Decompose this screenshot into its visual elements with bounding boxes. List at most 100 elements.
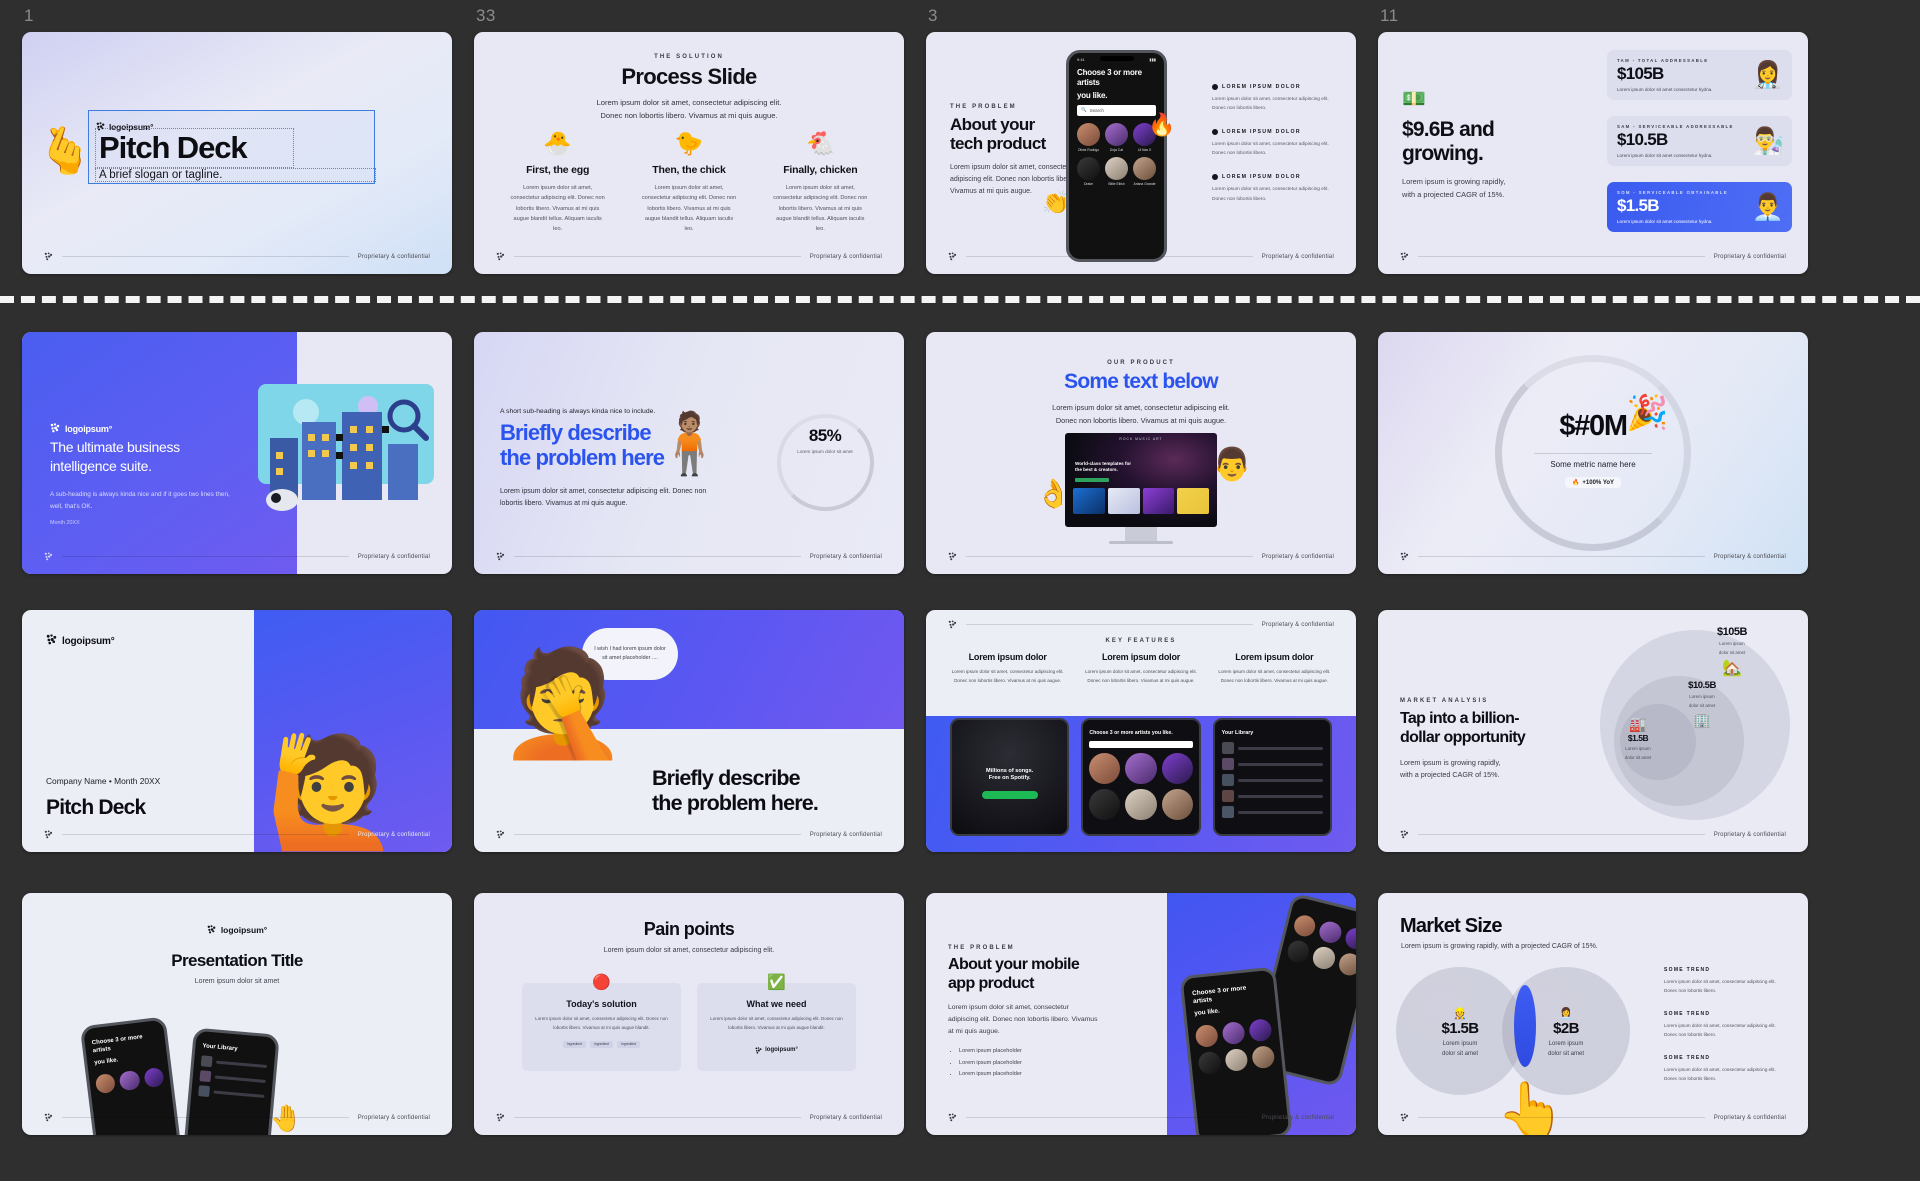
thumbnail[interactable] bbox=[1073, 487, 1105, 514]
sam-card[interactable]: SAM - SERVICEABLE ADDRESSABLE $10.5B Lor… bbox=[1607, 116, 1792, 166]
phone-search-field[interactable]: 🔍 Search bbox=[1077, 104, 1156, 116]
list-item[interactable] bbox=[199, 1070, 266, 1087]
slide-canvas-bi-suite[interactable]: logoipsum° The ultimate business intelli… bbox=[22, 332, 452, 574]
slide-canvas-pitch-deck[interactable]: logoipsum° Pitch Deck A brief slogan or … bbox=[22, 32, 452, 274]
list-item: Lorem ipsum placeholder bbox=[959, 1058, 1100, 1070]
thumbnail[interactable] bbox=[1107, 487, 1140, 514]
eyebrow: THE SOLUTION bbox=[654, 54, 724, 60]
phone2-search[interactable] bbox=[1089, 740, 1193, 748]
slide-body: Lorem ipsum dolor sit amet, consectetur … bbox=[948, 1004, 1098, 1035]
footer-logo-icon bbox=[948, 1113, 957, 1122]
slide-footer: Proprietary & confidential bbox=[1400, 830, 1786, 839]
slide-thumb-16[interactable]: Market Size Lorem ipsum is growing rapid… bbox=[1378, 893, 1808, 1135]
bullet-dot-icon bbox=[1212, 174, 1218, 181]
footer-note: Proprietary & confidential bbox=[357, 553, 430, 560]
slide-thumb-14[interactable]: Pain points Lorem ipsum dolor sit amet, … bbox=[474, 893, 904, 1135]
slide-tagline[interactable]: A brief slogan or tagline. bbox=[95, 168, 376, 182]
slide-canvas-mobile-app[interactable]: THE PROBLEM About your mobile app produc… bbox=[926, 893, 1356, 1135]
artist-item[interactable]: Billie Eilish bbox=[1105, 156, 1128, 186]
footer-rule bbox=[62, 834, 349, 835]
slide-thumb-7[interactable]: OUR PRODUCT Some text below Lorem ipsum … bbox=[926, 332, 1356, 574]
slide-body-line1: Lorem ipsum is growing rapidly, bbox=[1402, 177, 1506, 187]
step-body: Lorem ipsum dolor sit amet, consectetur … bbox=[773, 185, 868, 233]
factory-emoji: 🏭 bbox=[1629, 716, 1647, 732]
slide-title[interactable]: Pitch Deck bbox=[95, 128, 294, 168]
list-item[interactable] bbox=[1221, 790, 1323, 802]
slide-canvas-market-growth[interactable]: 💵 $9.6B and growing. Lorem ipsum is grow… bbox=[1378, 32, 1808, 274]
construction-worker-emoji: 👷 bbox=[1453, 1008, 1467, 1020]
slide-title-line2: app product bbox=[948, 974, 1034, 992]
logo-text: logoipsum° bbox=[62, 635, 115, 647]
artist-item[interactable]: Olivia Rodrigo bbox=[1077, 122, 1100, 152]
venn-desc-right-line2: dolor sit amet bbox=[1547, 1050, 1584, 1057]
slide-canvas-some-text-below[interactable]: OUR PRODUCT Some text below Lorem ipsum … bbox=[926, 332, 1356, 574]
phone-notch bbox=[1099, 56, 1134, 61]
slide-canvas-company-pitch[interactable]: logoipsum° 🙋 Company Name • Month 20XX P… bbox=[22, 610, 452, 852]
som-card[interactable]: SOM - SERVICEABLE OBTAINABLE $1.5B Lorem… bbox=[1607, 182, 1792, 232]
slide-body-line1: Lorem ipsum is growing rapidly, bbox=[1400, 758, 1501, 768]
slide-title-line2: tech product bbox=[950, 134, 1046, 154]
footer-logo-icon bbox=[496, 252, 505, 261]
slide-thumb-1[interactable]: 1 logoipsum° Pitch Deck A brief slogan o… bbox=[22, 6, 452, 274]
slide-thumb-15[interactable]: THE PROBLEM About your mobile app produc… bbox=[926, 893, 1356, 1135]
slide-canvas-key-features[interactable]: KEY FEATURES Lorem ipsum dolor Lorem ips… bbox=[926, 610, 1356, 852]
slide-thumb-5[interactable]: logoipsum° The ultimate business intelli… bbox=[22, 332, 452, 574]
thumbnail[interactable] bbox=[1142, 487, 1175, 514]
footer-rule bbox=[966, 624, 1253, 625]
thumbnail[interactable] bbox=[1177, 487, 1209, 514]
tam-desc-line2: dolor sit amet bbox=[1718, 650, 1746, 656]
slide-thumb-6[interactable]: A short sub-heading is always kinda nice… bbox=[474, 332, 904, 574]
list-item[interactable] bbox=[1221, 758, 1323, 770]
feature-body: Lorem ipsum dolor sit amet, consectetur … bbox=[1085, 669, 1197, 683]
artist-item[interactable]: Doja Cat bbox=[1105, 122, 1128, 152]
slide-thumb-13[interactable]: logoipsum° Presentation Title Lorem ipsu… bbox=[22, 893, 452, 1135]
slide-canvas-presentation-title[interactable]: logoipsum° Presentation Title Lorem ipsu… bbox=[22, 893, 452, 1135]
slide-thumb-3[interactable]: 3 THE PROBLEM About your tech product Lo… bbox=[926, 6, 1356, 274]
bullet-label: LOREM IPSUM DOLOR bbox=[1222, 174, 1301, 181]
artist-item[interactable]: Ariana Grande bbox=[1133, 156, 1156, 186]
slide-canvas-billion-opportunity[interactable]: $105B Lorem ipsum dolor sit amet 🏡 $10.5… bbox=[1378, 610, 1808, 852]
standing-person-emoji: 🧍🏽 bbox=[652, 410, 727, 477]
phone1-cta-button[interactable] bbox=[981, 790, 1038, 799]
bullet-label: LOREM IPSUM DOLOR bbox=[1222, 84, 1301, 90]
slide-title: Pitch Deck bbox=[46, 796, 146, 819]
pain-card-needed[interactable]: ✅ What we need Lorem ipsum dolor sit ame… bbox=[697, 974, 856, 1071]
list-item[interactable] bbox=[198, 1085, 265, 1102]
artist-name: Drake bbox=[1083, 181, 1094, 186]
feature-body: Lorem ipsum dolor sit amet, consectetur … bbox=[1218, 669, 1331, 683]
pain-card-current[interactable]: 🔴 Today's solution Lorem ipsum dolor sit… bbox=[522, 974, 681, 1071]
slide-thumb-4[interactable]: 11 💵 $9.6B and growing. Lorem ipsum is g… bbox=[1378, 6, 1808, 274]
slide-canvas-market-size[interactable]: Market Size Lorem ipsum is growing rapid… bbox=[1378, 893, 1808, 1135]
footer-rule bbox=[514, 556, 801, 557]
opportunity-text: MARKET ANALYSIS Tap into a billion- doll… bbox=[1400, 698, 1560, 782]
title-line1: Briefly describe bbox=[652, 766, 801, 791]
tam-card[interactable]: TAM - TOTAL ADDRESSABLE $105B Lorem ipsu… bbox=[1607, 50, 1792, 100]
list-item[interactable] bbox=[1221, 774, 1323, 786]
slide-canvas-pain-points[interactable]: Pain points Lorem ipsum dolor sit amet, … bbox=[474, 893, 904, 1135]
footer-rule bbox=[514, 256, 801, 257]
city-illustration bbox=[258, 384, 434, 511]
list-item[interactable] bbox=[1221, 806, 1323, 818]
slide-thumb-2[interactable]: 33 THE SOLUTION Process Slide Lorem ipsu… bbox=[474, 6, 904, 274]
sam-desc-line2: dolor sit amet bbox=[1688, 703, 1716, 709]
slide-canvas-tech-product[interactable]: THE PROBLEM About your tech product Lore… bbox=[926, 32, 1356, 274]
slide-title-line2: dollar opportunity bbox=[1400, 728, 1526, 746]
slide-thumb-8[interactable]: $#0M Some metric name here 🔥 +100% YoY 🎉… bbox=[1378, 332, 1808, 574]
slide-thumb-12[interactable]: $105B Lorem ipsum dolor sit amet 🏡 $10.5… bbox=[1378, 610, 1808, 852]
tam-desc-line1: Lorem ipsum bbox=[1719, 641, 1745, 646]
slide-canvas-big-metric[interactable]: $#0M Some metric name here 🔥 +100% YoY 🎉… bbox=[1378, 332, 1808, 574]
card-pills: Ingredient Ingredient Ingredient bbox=[534, 1040, 669, 1048]
footer-logo-icon bbox=[1400, 252, 1409, 261]
slide-thumb-11[interactable]: KEY FEATURES Lorem ipsum dolor Lorem ips… bbox=[926, 610, 1356, 852]
process-columns: 🐣 First, the egg Lorem ipsum dolor sit a… bbox=[500, 132, 878, 235]
slide-canvas-problem-85[interactable]: A short sub-heading is always kinda nice… bbox=[474, 332, 904, 574]
list-item[interactable] bbox=[1221, 742, 1323, 754]
pill: Ingredient bbox=[617, 1040, 641, 1048]
slide-body-line2: with a projected CAGR of 15%. bbox=[1400, 770, 1500, 780]
artist-item[interactable]: Drake bbox=[1077, 156, 1100, 186]
footer-rule bbox=[62, 256, 349, 257]
slide-thumb-10[interactable]: I wish I had lorem ipsum dolor sit amet … bbox=[474, 610, 904, 852]
slide-thumb-9[interactable]: logoipsum° 🙋 Company Name • Month 20XX P… bbox=[22, 610, 452, 852]
slide-canvas-process[interactable]: THE SOLUTION Process Slide Lorem ipsum d… bbox=[474, 32, 904, 274]
slide-canvas-problem-bubble[interactable]: I wish I had lorem ipsum dolor sit amet … bbox=[474, 610, 904, 852]
